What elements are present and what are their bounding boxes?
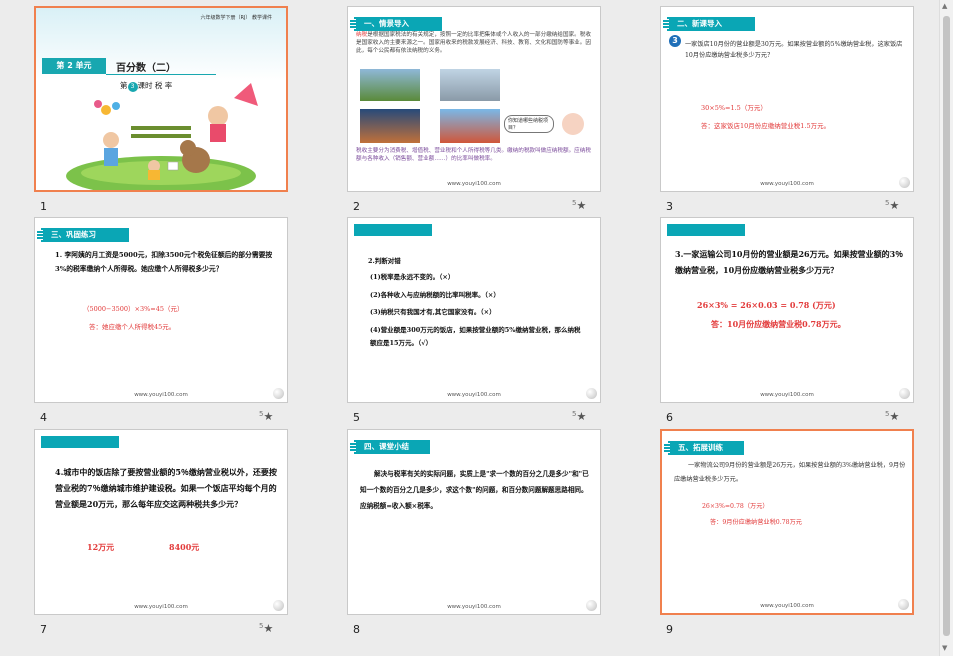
slide-2-bubble: 你知道哪些纳税项目？ [504,115,554,133]
slide-number-9: 9 [666,623,673,636]
slide-thumbnail-8[interactable]: 四、课堂小结 解决与税率有关的实际问题，实质上是"求一个数的百分之几是多少"和"… [347,429,601,615]
slide-5-page-curl [586,388,597,399]
slide-4-calc: （5000−3500）×3%=45（元） [83,305,184,313]
slide-5-item-3: (3)纳税只有我国才有,其它国家没有。（×） [370,308,496,316]
slide-9-answer: 答：9月份应缴纳营业税0.78万元 [710,519,802,526]
slide-7-problem: 4.城市中的饭店除了要按营业额的5％缴纳营业税以外，还要按营业税的7％缴纳城市维… [55,467,277,509]
slide-cell-7[interactable]: 4.城市中的饭店除了要按营业额的5％缴纳营业税以外，还要按营业税的7％缴纳城市维… [34,429,293,636]
slide-thumbnail-6[interactable]: 3.一家运输公司10月份的营业额是26万元。如果按营业额的3％缴纳营业税，10月… [660,217,914,403]
slide-4-problem: 1. 李阿姨的月工资是5000元，扣除3500元个税免征额后的部分需要按3%的税… [55,251,273,273]
slide-thumbnail-4[interactable]: 三、巩固练习 1. 李阿姨的月工资是5000元，扣除3500元个税免征额后的部分… [34,217,288,403]
slide-5-item-2: (2)各种收入与应纳税额的比率叫税率。（×） [370,291,500,299]
slide-4-banner: 三、巩固练习 [37,228,129,242]
slide-6-footer: www.youyi100.com [760,392,814,398]
slide-1-header: 六年级数学下册（RJ） 教学课件 [200,15,272,21]
slide-cell-8[interactable]: 四、课堂小结 解决与税率有关的实际问题，实质上是"求一个数的百分之几是多少"和"… [347,429,606,636]
slide-4-star-icon: 5★ [259,410,274,423]
slide-thumbnail-3[interactable]: 二、新课导入 3 一家饭店10月份的营业额是30万元。如果按营业额的5%缴纳营业… [660,6,914,192]
slide-6-star-icon: 5★ [885,410,900,423]
slide-5-footer: www.youyi100.com [447,392,501,398]
slide-4-answer: 答：她应缴个人所得税45元。 [89,323,176,331]
slide-2-photo-bridge [360,69,420,101]
slide-cell-6[interactable]: 3.一家运输公司10月份的营业额是26万元。如果按营业额的3％缴纳营业税，10月… [660,217,919,424]
slide-cell-4[interactable]: 三、巩固练习 1. 李阿姨的月工资是5000元，扣除3500元个税免征额后的部分… [34,217,293,424]
slide-9-page-curl [898,599,909,610]
slide-3-badge: 3 [669,35,681,47]
slide-5-item-4: (4)营业额是300万元的饭店，如果按营业额的5%缴纳营业税，那么纳税额应是15… [370,326,581,347]
slide-1-illustration [66,83,258,190]
slide-8-page-curl [586,600,597,611]
slide-number-2: 2 [353,200,360,213]
slide-9-problem: 一家物流公司9月份的营业额是26万元，如果按营业额的3%缴纳营业税，9月份应缴纳… [674,462,906,483]
slide-4-page-curl [273,388,284,399]
slide-2-footer: www.youyi100.com [447,181,501,187]
slide-2-text: 纳税是根据国家税法的有关规定，按照一定的比率把集体或个人收入的一部分缴纳给国家。… [356,32,591,54]
slide-6-page-curl [899,388,910,399]
slide-number-1: 1 [40,200,47,213]
slide-sorter: 六年级数学下册（RJ） 教学课件 第 2 单元 百分数（二） 第 3 课时 税 率 [0,0,940,656]
slide-3-calc: 30×5%=1.5（万元） [701,104,767,112]
slide-2-banner: 一、情景导入 [350,17,442,31]
slide-9-calc: 26×3%=0.78（万元） [702,503,769,510]
slide-3-footer: www.youyi100.com [760,181,814,187]
slide-6-calc: 26×3% = 26×0.03 = 0.78 (万元) [697,300,836,310]
slide-7-answer-2: 8400元 [169,542,200,552]
slide-thumbnail-2[interactable]: 一、情景导入 纳税是根据国家税法的有关规定，按照一定的比率把集体或个人收入的一部… [347,6,601,192]
slide-7-banner-bar [41,436,119,448]
slide-2-text2: 税收主要分为消费税、增值税、营业税和个人所得税等几类。缴纳的税款叫做应纳税额。应… [356,148,591,162]
slide-thumbnail-1[interactable]: 六年级数学下册（RJ） 教学课件 第 2 单元 百分数（二） 第 3 课时 税 率 [34,6,288,192]
slide-3-page-curl [899,177,910,188]
slide-number-8: 8 [353,623,360,636]
slide-7-page-curl [273,600,284,611]
slide-cell-1[interactable]: 六年级数学下册（RJ） 教学课件 第 2 单元 百分数（二） 第 3 课时 税 率 [34,6,293,213]
slide-3-banner: 二、新课导入 [663,17,755,31]
slide-number-7: 7 [40,623,47,636]
slide-3-answer: 答：这家饭店10月份应缴纳营业税1.5万元。 [701,122,831,130]
slide-2-photo-rocket [440,69,500,101]
slide-number-5: 5 [353,411,360,424]
slide-number-6: 6 [666,411,673,424]
scroll-up-arrow-icon[interactable]: ▲ [942,2,947,10]
slide-1-title: 百分数（二） [116,63,176,74]
slide-2-photo-building [360,109,420,143]
slide-5-banner-bar [354,224,432,236]
slide-thumbnail-9[interactable]: 五、拓展训练 一家物流公司9月份的营业额是26万元，如果按营业额的3%缴纳营业税… [660,429,914,615]
slide-2-character [562,113,584,135]
slide-5-star-icon: 5★ [572,410,587,423]
slide-5-title: 2.判断对错 [368,257,401,265]
vertical-scrollbar[interactable]: ▲ ▼ [939,0,953,656]
slide-cell-3[interactable]: 二、新课导入 3 一家饭店10月份的营业额是30万元。如果按营业额的5%缴纳营业… [660,6,919,213]
slide-cell-2[interactable]: 一、情景导入 纳税是根据国家税法的有关规定，按照一定的比率把集体或个人收入的一部… [347,6,606,213]
slide-number-4: 4 [40,411,47,424]
slide-8-banner: 四、课堂小结 [350,440,430,454]
slide-2-star-icon: 5★ [572,199,587,212]
slide-cell-9[interactable]: 五、拓展训练 一家物流公司9月份的营业额是26万元，如果按营业额的3%缴纳营业税… [660,429,919,636]
slide-9-footer: www.youyi100.com [760,603,814,609]
slide-8-text: 解决与税率有关的实际问题，实质上是"求一个数的百分之几是多少"和"已知一个数的百… [360,470,589,510]
slide-7-footer: www.youyi100.com [134,604,188,610]
slide-3-star-icon: 5★ [885,199,900,212]
slide-3-problem: 一家饭店10月份的营业额是30万元。如果按营业额的5%缴纳营业税，这家饭店10月… [685,41,903,59]
slide-7-answer-1: 12万元 [87,542,115,552]
slide-thumbnail-5[interactable]: 2.判断对错 (1)税率是永远不变的。（×） (2)各种收入与应纳税额的比率叫税… [347,217,601,403]
slide-8-footer: www.youyi100.com [447,604,501,610]
slide-2-photo-school [440,109,500,143]
slide-6-problem: 3.一家运输公司10月份的营业额是26万元。如果按营业额的3％缴纳营业税，10月… [675,249,904,275]
slide-5-item-1: (1)税率是永远不变的。（×） [370,273,455,281]
slide-7-star-icon: 5★ [259,622,274,635]
slide-number-3: 3 [666,200,673,213]
slide-4-footer: www.youyi100.com [134,392,188,398]
slide-6-answer: 答：10月份应缴纳营业税0.78万元。 [711,319,846,329]
slide-thumbnail-7[interactable]: 4.城市中的饭店除了要按营业额的5％缴纳营业税以外，还要按营业税的7％缴纳城市维… [34,429,288,615]
scroll-down-arrow-icon[interactable]: ▼ [942,644,947,652]
slide-6-banner-bar [667,224,745,236]
slide-9-banner: 五、拓展训练 [664,441,744,455]
slide-1-unit: 第 2 单元 [42,58,106,74]
slide-cell-5[interactable]: 2.判断对错 (1)税率是永远不变的。（×） (2)各种收入与应纳税额的比率叫税… [347,217,606,424]
scrollbar-thumb[interactable] [943,16,950,636]
